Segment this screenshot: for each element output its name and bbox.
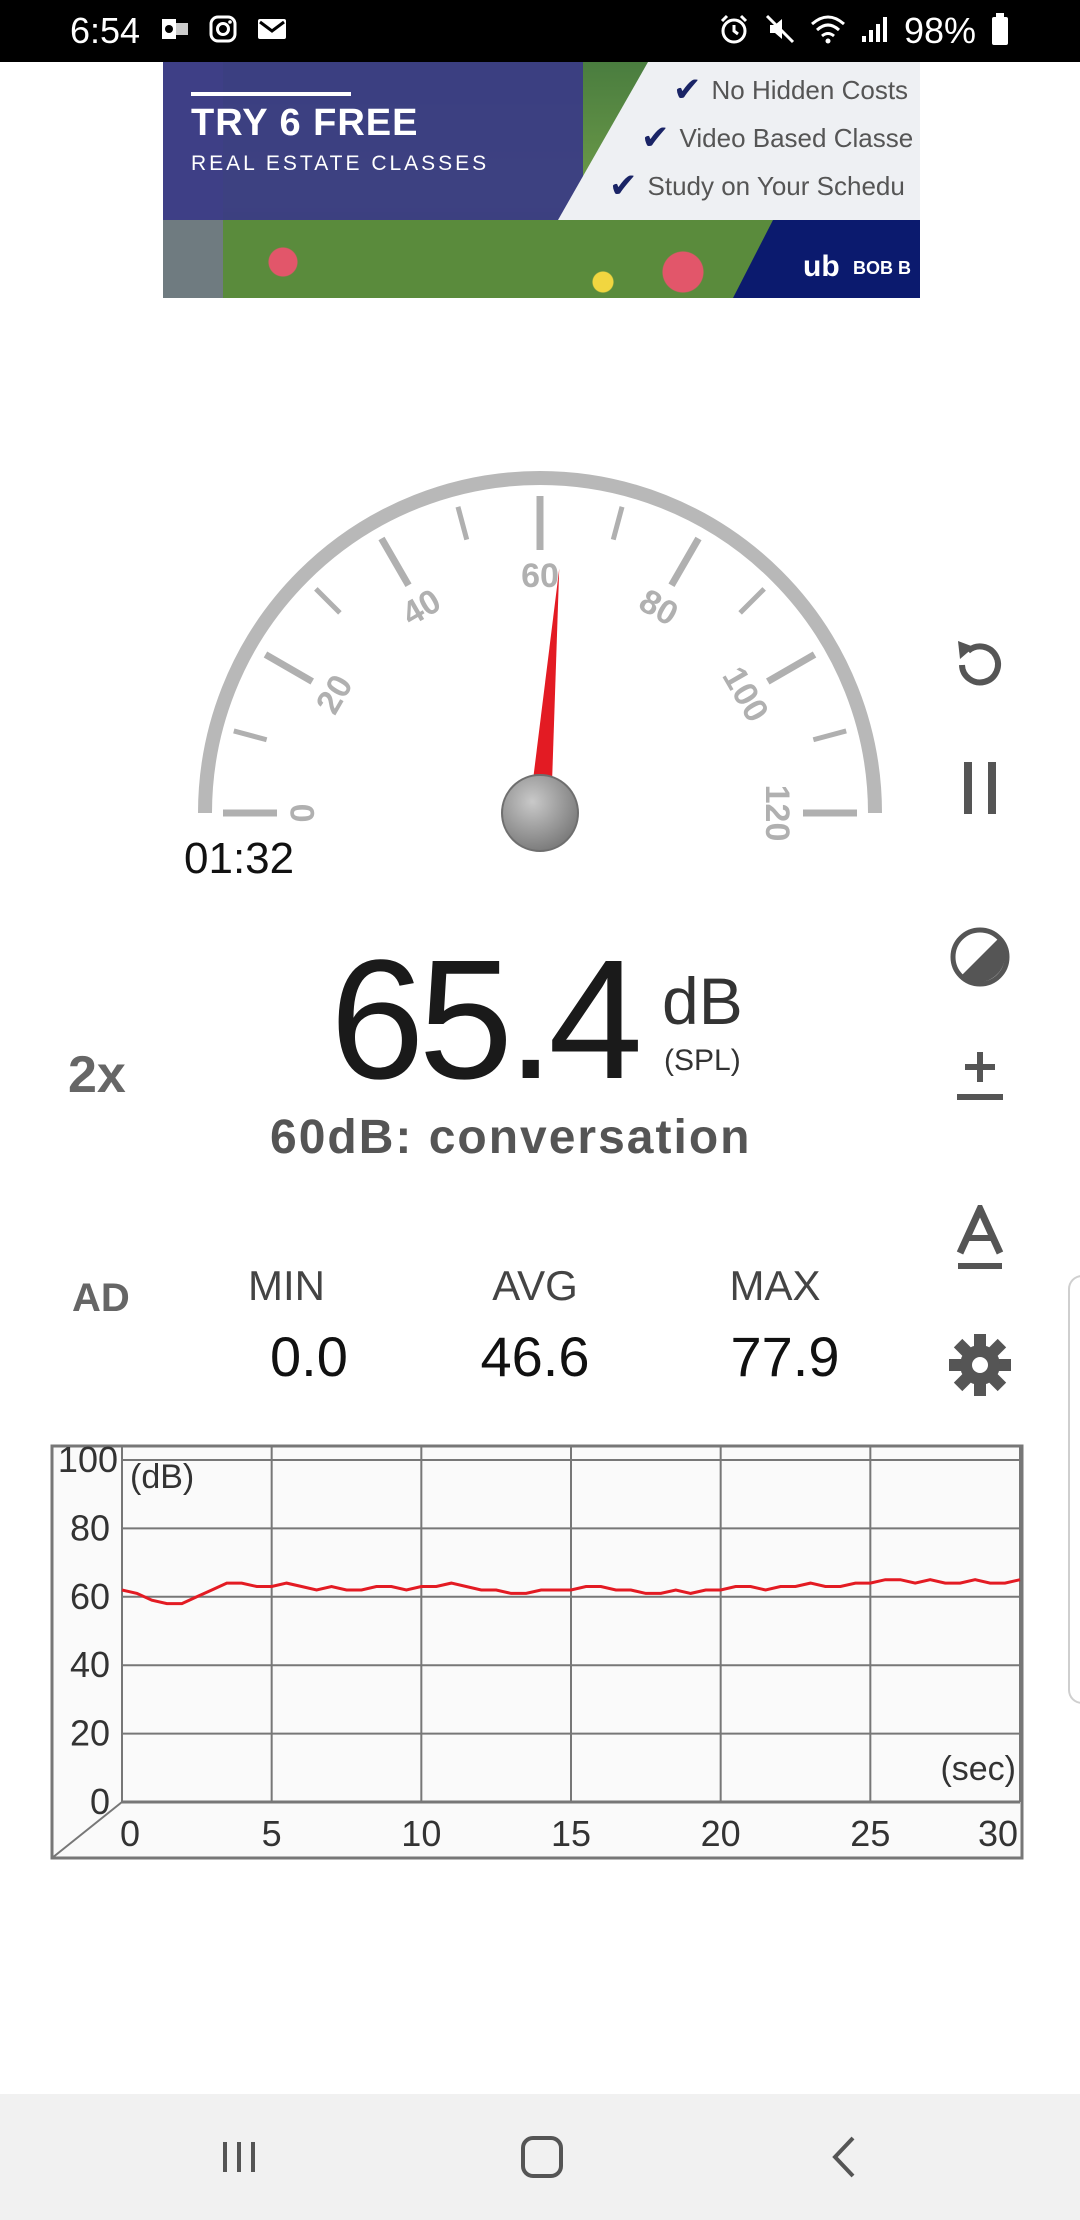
- chart-y-tick-label: 60: [70, 1576, 110, 1617]
- gauge-tick: [233, 728, 268, 743]
- calibrate-plus-minus-icon: [957, 1052, 1003, 1100]
- ad-check-item: ✔ No Hidden Costs: [673, 71, 909, 109]
- min-value: 0.0: [270, 1325, 348, 1388]
- chart-x-tick-label: 5: [262, 1813, 282, 1854]
- ad-logo-text: BOB B: [853, 258, 911, 278]
- chart-y-tick-label: 40: [70, 1644, 110, 1685]
- chart-y-tick-label: 20: [70, 1713, 110, 1754]
- font-size-icon: [956, 1205, 1004, 1269]
- gauge-scale-label: 0: [284, 804, 322, 823]
- chart-y-tick-label: 0: [90, 1781, 110, 1822]
- gauge-scale-label: 40: [396, 582, 448, 634]
- spl-label: (SPL): [664, 1044, 741, 1077]
- notification-icons: [160, 14, 288, 49]
- edge-panel-handle[interactable]: [1068, 1275, 1080, 1704]
- outlook-icon: [160, 14, 190, 49]
- db-history-chart: 0 20 40 60 80 100 0 5 10 15 20 25 30 (dB) (sec): [50, 1440, 1024, 1860]
- pause-button[interactable]: [940, 748, 1020, 828]
- gmail-icon: [256, 14, 288, 49]
- chart-x-tick-label: 20: [701, 1813, 741, 1854]
- chart-x-tick-label: 30: [978, 1813, 1018, 1854]
- gauge-scale-label: 80: [633, 582, 685, 634]
- chart-y-label: (dB): [130, 1458, 194, 1496]
- theme-button[interactable]: [940, 917, 1020, 997]
- pause-icon: [964, 762, 996, 814]
- ad-subtitle: REAL ESTATE CLASSES: [191, 152, 490, 175]
- check-icon: ✔: [609, 167, 638, 205]
- chart-x-tick-label: 15: [551, 1813, 591, 1854]
- chart-y-tick-label: 80: [70, 1507, 110, 1548]
- gauge-tick: [668, 536, 702, 587]
- wifi-icon: [810, 13, 846, 50]
- mute-icon: [764, 13, 796, 50]
- ad-toggle[interactable]: AD: [72, 1276, 130, 1321]
- min-label: MIN: [248, 1262, 325, 1309]
- reset-icon: [958, 641, 1001, 686]
- signal-icon: [860, 14, 890, 49]
- sound-level-gauge: 0 20 40 60 80 100 120: [198, 471, 882, 852]
- gauge-knob: [501, 774, 579, 852]
- ad-rule: [191, 92, 351, 96]
- gauge-tick: [455, 506, 470, 541]
- status-time: 6:54: [70, 10, 141, 51]
- chart-frame: [50, 1444, 1024, 1860]
- back-button[interactable]: [806, 2122, 886, 2192]
- ad-check-item: ✔ Study on Your Schedu: [609, 167, 905, 205]
- check-icon: ✔: [641, 119, 670, 157]
- ad-check-item: ✔ Video Based Classe: [641, 119, 914, 157]
- chart-x-tick-label: 0: [120, 1813, 140, 1854]
- gauge-tick: [263, 651, 314, 685]
- avg-label: AVG: [492, 1262, 578, 1309]
- gauge-scale-label: 60: [521, 557, 559, 595]
- elapsed-time: 01:32: [184, 834, 295, 883]
- status-bar: 6:54 98%: [0, 0, 1080, 62]
- reset-button[interactable]: [940, 625, 1020, 705]
- chart-x-tick-label: 25: [850, 1813, 890, 1854]
- alarm-icon: [718, 13, 750, 50]
- contrast-icon: [950, 927, 1010, 987]
- max-value: 77.9: [730, 1325, 840, 1388]
- min-stat: MIN 0.0: [230, 1262, 380, 1389]
- gauge-tick: [738, 587, 766, 615]
- gauge-tick: [610, 506, 625, 541]
- max-label: MAX: [729, 1262, 821, 1309]
- chart-x-tick-label: 10: [401, 1813, 441, 1854]
- instagram-icon: [208, 14, 238, 49]
- db-unit: dB: [662, 964, 743, 1038]
- avg-value: 46.6: [480, 1325, 590, 1388]
- font-size-button[interactable]: [940, 1200, 1020, 1280]
- home-icon: [521, 2136, 563, 2178]
- ad-logo-icon: ub: [803, 250, 840, 283]
- recents-icon: [223, 2142, 255, 2172]
- gauge-scale-label: 20: [309, 669, 361, 721]
- navigation-bar: [0, 2094, 1080, 2220]
- gauge-scale-label: 100: [715, 660, 776, 728]
- settings-gear-icon: [949, 1334, 1011, 1396]
- gauge-tick: [766, 651, 817, 685]
- gauge-tick: [812, 728, 847, 743]
- calibrate-button[interactable]: [940, 1038, 1020, 1118]
- recents-button[interactable]: [200, 2122, 280, 2192]
- home-button[interactable]: [502, 2122, 582, 2192]
- settings-button[interactable]: [940, 1325, 1020, 1405]
- battery-percent: 98%: [903, 10, 976, 51]
- ad-title: TRY 6 FREE: [191, 102, 419, 144]
- gauge-scale-label: 120: [758, 785, 796, 842]
- speed-toggle[interactable]: 2x: [68, 1045, 126, 1105]
- gauge-tick: [378, 536, 412, 587]
- avg-stat: AVG 46.6: [460, 1262, 610, 1389]
- check-icon: ✔: [673, 71, 702, 109]
- chart-x-label: (sec): [940, 1750, 1016, 1788]
- max-stat: MAX 77.9: [700, 1262, 850, 1389]
- gauge-tick: [314, 587, 342, 615]
- status-right: 98%: [718, 10, 1010, 52]
- back-icon: [832, 2136, 855, 2178]
- chart-y-tick-label: 100: [58, 1440, 118, 1480]
- battery-icon: [990, 12, 1010, 51]
- level-description: 60dB: conversation: [270, 1111, 752, 1164]
- ad-banner[interactable]: TRY 6 FREE REAL ESTATE CLASSES ✔ No Hidd…: [163, 62, 920, 298]
- current-db-value: 65.4: [330, 925, 643, 1115]
